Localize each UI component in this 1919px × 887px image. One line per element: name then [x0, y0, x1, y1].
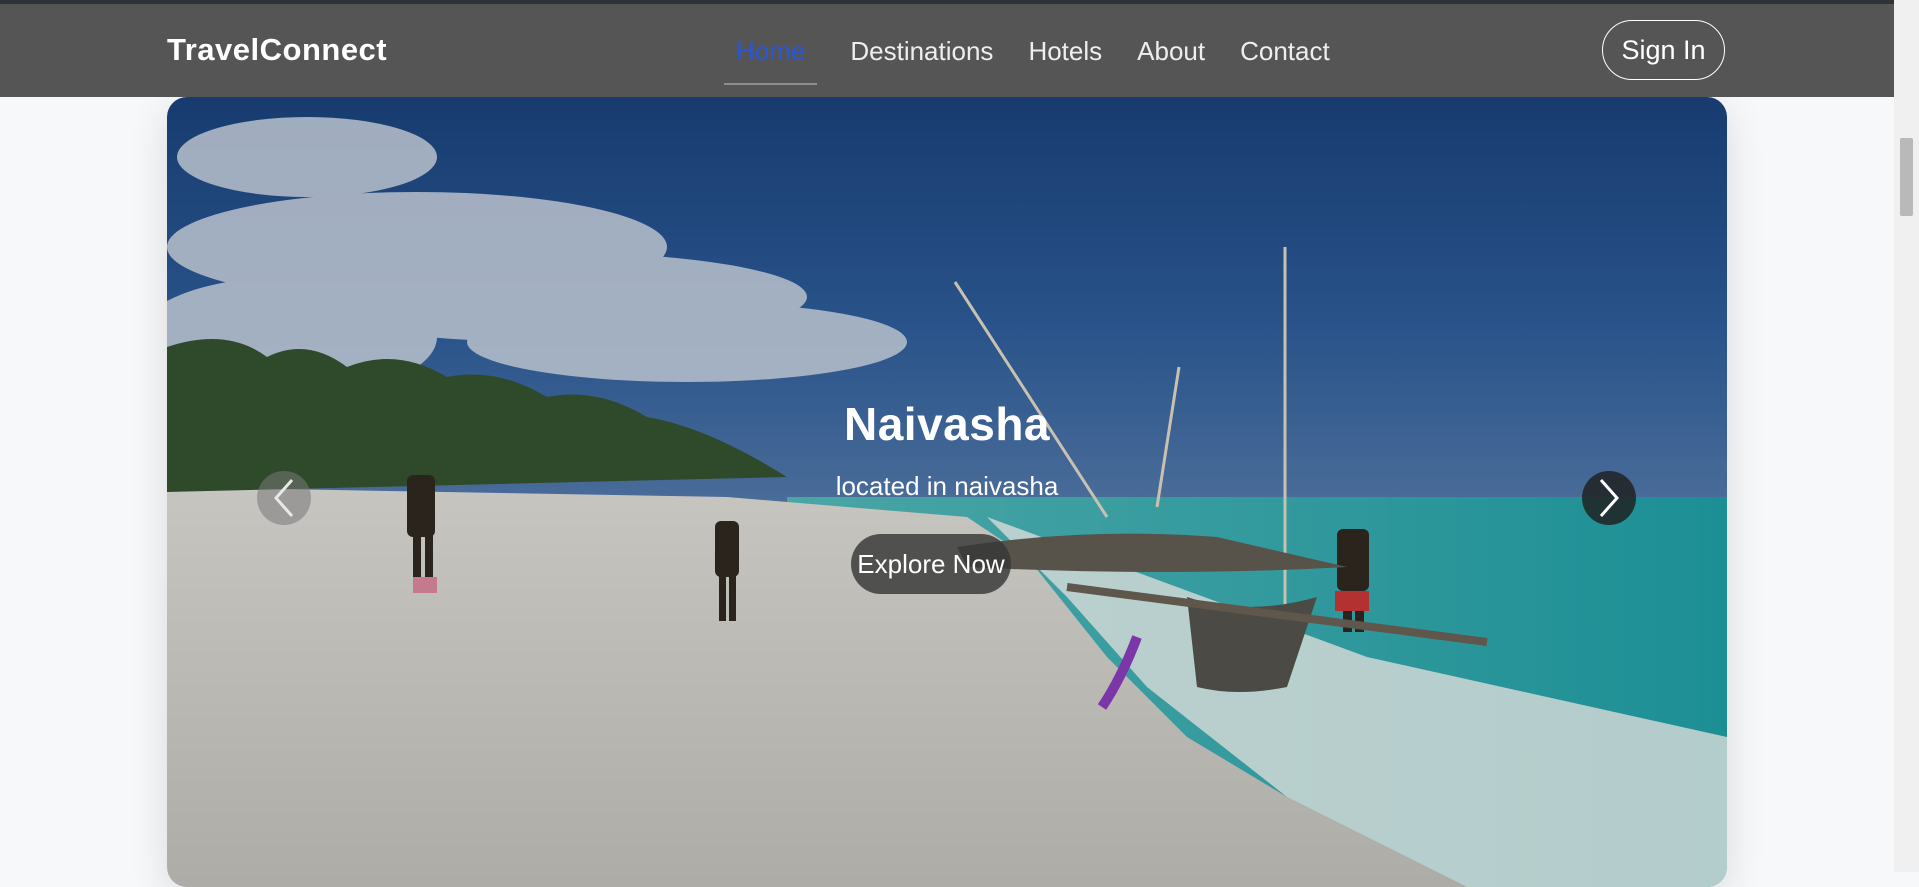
- carousel-next-button[interactable]: [1582, 471, 1636, 525]
- hero-title: Naivasha: [843, 398, 1050, 450]
- nav-link-contact[interactable]: Contact: [1236, 32, 1334, 86]
- chevron-left-icon: [273, 479, 294, 517]
- nav-links: Home Destinations Hotels About Contact: [720, 32, 1361, 86]
- scrollbar-thumb[interactable]: [1900, 138, 1913, 216]
- carousel-prev-button[interactable]: [257, 471, 311, 525]
- chevron-right-icon: [1599, 479, 1620, 517]
- sign-in-button[interactable]: Sign In: [1602, 20, 1725, 80]
- explore-now-button[interactable]: Explore Now: [851, 534, 1011, 594]
- page-scrollbar[interactable]: [1894, 0, 1919, 872]
- window-top-border: [0, 0, 1894, 4]
- hero-subtitle: located in naivasha: [835, 471, 1059, 501]
- nav-link-home[interactable]: Home: [720, 32, 819, 86]
- nav-link-hotels[interactable]: Hotels: [1024, 32, 1106, 86]
- brand-logo[interactable]: TravelConnect: [167, 32, 387, 68]
- hero-carousel: Naivasha located in naivasha Explore Now: [167, 97, 1727, 887]
- nav-link-destinations[interactable]: Destinations: [846, 32, 997, 86]
- nav-link-about[interactable]: About: [1133, 32, 1209, 86]
- navbar: TravelConnect Home Destinations Hotels A…: [0, 4, 1894, 97]
